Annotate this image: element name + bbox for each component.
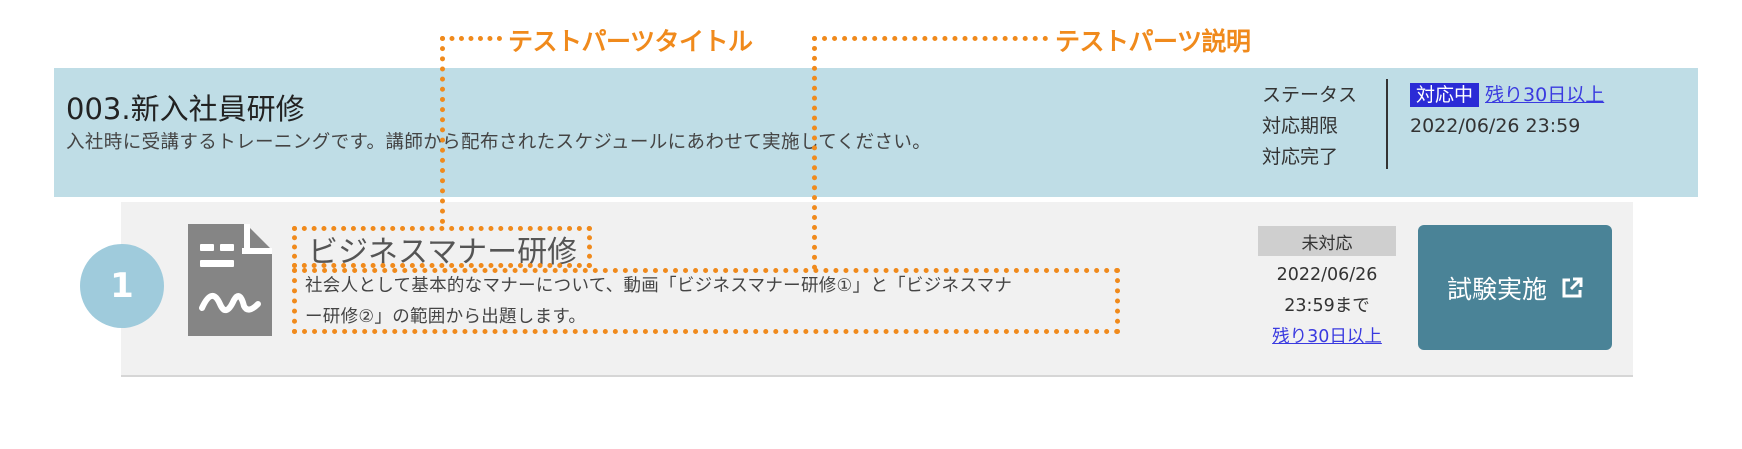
status-divider [1386, 79, 1388, 169]
part-remaining-link[interactable]: 残り30日以上 [1240, 322, 1414, 353]
deadline-label: 対応期限 [1262, 115, 1339, 137]
document-signature-icon [188, 224, 272, 336]
part-number-badge: 1 [80, 244, 164, 328]
course-remaining-link[interactable]: 残り30日以上 [1485, 84, 1604, 106]
annotation-description-label: テストパーツ説明 [1055, 27, 1251, 56]
start-exam-label: 試験実施 [1446, 274, 1547, 304]
part-deadline: 2022/06/26 23:59まで 残り30日以上 [1240, 260, 1414, 353]
status-badge: 対応中 [1410, 83, 1480, 107]
annotation-title-connector [440, 36, 445, 224]
annotation-description-connector [812, 36, 817, 270]
annotation-title-connector [440, 36, 502, 41]
annotation-title-label: テストパーツタイトル [508, 27, 753, 56]
part-deadline-date: 2022/06/26 [1276, 265, 1378, 285]
external-link-icon [1562, 277, 1583, 297]
status-label: ステータス [1262, 84, 1358, 106]
part-status-badge: 未対応 [1258, 226, 1396, 256]
annotation-title-box [292, 226, 592, 268]
course-title: 003.新入社員研修 [66, 92, 305, 126]
course-status-values: 対応中 残り30日以上 2022/06/26 23:59 [1410, 80, 1604, 173]
part-deadline-time: 23:59まで [1284, 296, 1370, 316]
completed-label: 対応完了 [1262, 146, 1339, 168]
course-deadline-value: 2022/06/26 23:59 [1410, 115, 1581, 137]
start-exam-button[interactable]: 試験実施 [1418, 225, 1612, 350]
course-description: 入社時に受講するトレーニングです。講師から配布されたスケジュールにあわせて実施し… [66, 132, 932, 153]
annotation-description-connector [812, 36, 1048, 41]
course-status-labels: ステータス 対応期限 対応完了 [1262, 80, 1357, 173]
annotation-description-box [292, 268, 1120, 334]
